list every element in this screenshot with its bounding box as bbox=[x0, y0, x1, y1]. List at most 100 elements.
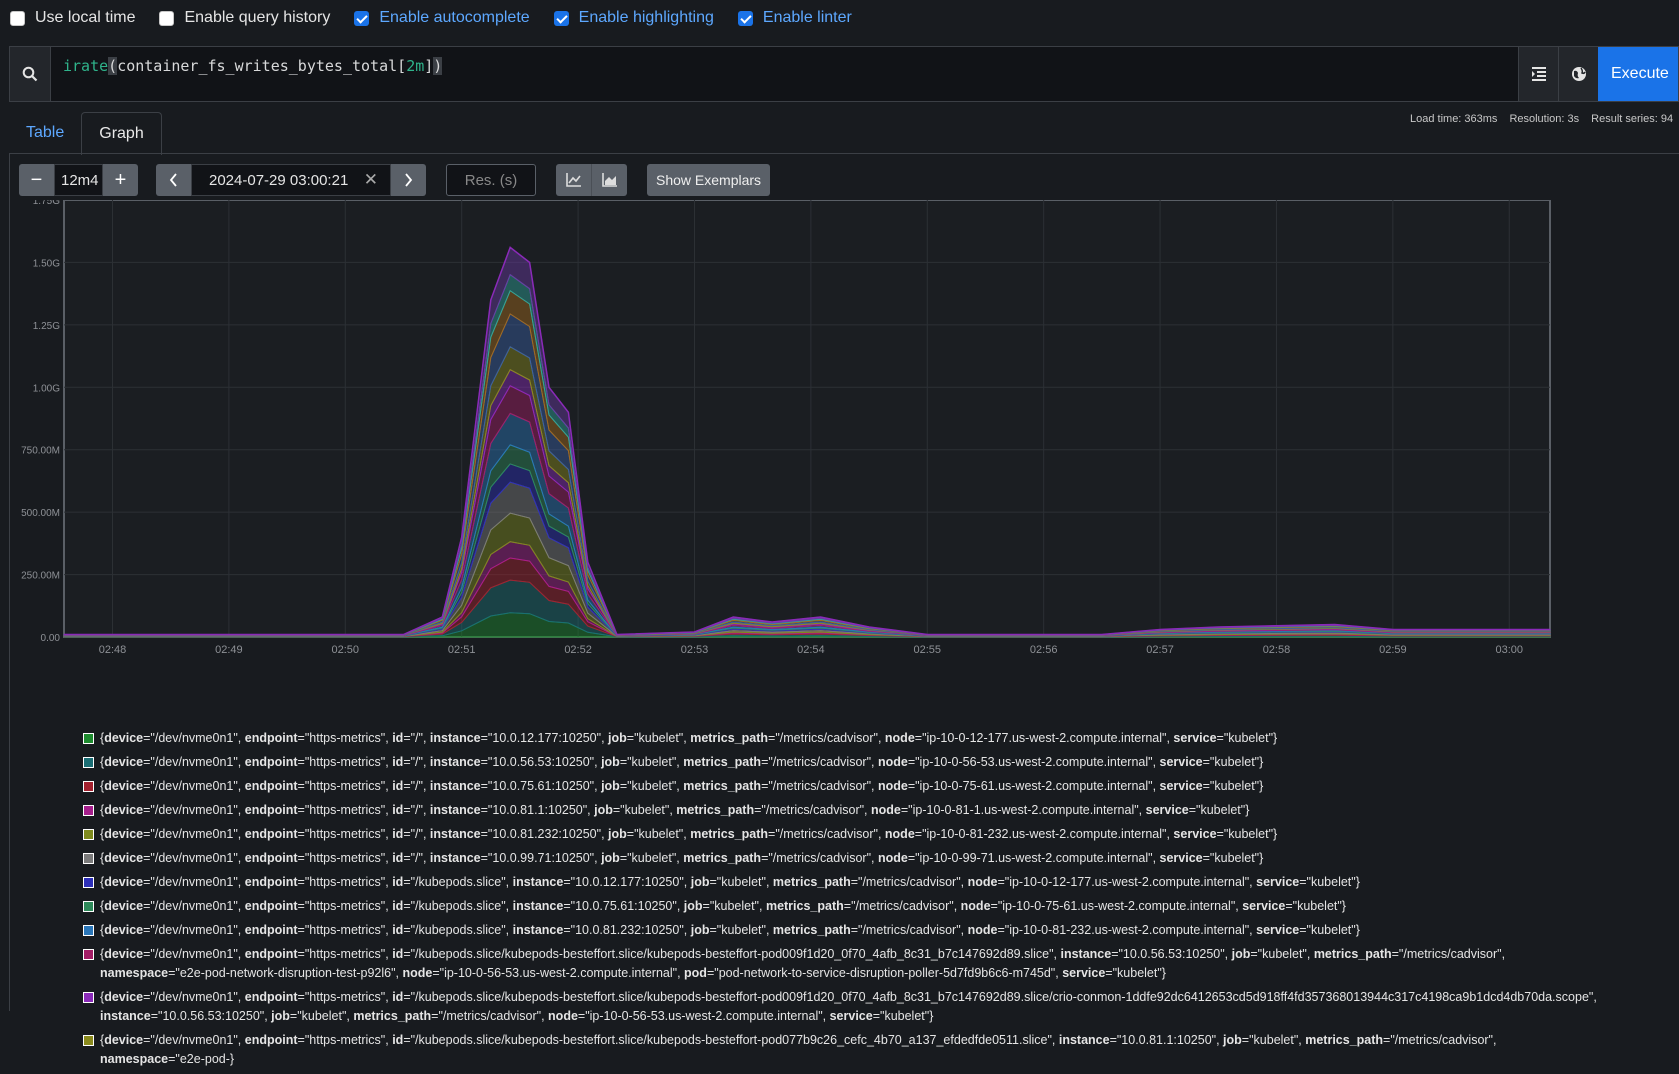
legend-swatch bbox=[83, 781, 94, 792]
option-enable-highlighting[interactable]: Enable highlighting bbox=[553, 9, 714, 27]
legend-label: {device="/dev/nvme0n1", endpoint="https-… bbox=[100, 803, 1250, 817]
metrics-explorer-button[interactable] bbox=[1558, 47, 1598, 101]
legend-label: {device="/dev/nvme0n1", endpoint="https-… bbox=[100, 899, 1346, 913]
legend-item[interactable]: {device="/dev/nvme0n1", endpoint="https-… bbox=[83, 1031, 1603, 1069]
legend-item[interactable]: {device="/dev/nvme0n1", endpoint="https-… bbox=[83, 753, 1603, 772]
legend-swatch bbox=[83, 805, 94, 816]
clear-icon[interactable]: ✕ bbox=[364, 170, 378, 190]
query-metric: container_fs_writes_bytes_total bbox=[117, 57, 398, 75]
expression-input[interactable]: irate(container_fs_writes_bytes_total[2m… bbox=[51, 47, 1518, 101]
option-enable-autocomplete[interactable]: Enable autocomplete bbox=[354, 9, 530, 27]
decrease-range-button[interactable]: − bbox=[19, 164, 54, 196]
query-range: 2m bbox=[406, 57, 425, 75]
legend-swatch bbox=[83, 829, 94, 840]
option-label: Enable highlighting bbox=[578, 9, 714, 26]
unstacked-button[interactable] bbox=[556, 164, 592, 196]
y-tick-label: 1.50G bbox=[33, 258, 60, 269]
query-stats: Load time: 363ms Resolution: 3s Result ser… bbox=[1410, 113, 1679, 125]
search-icon bbox=[10, 47, 51, 101]
next-time-button[interactable] bbox=[391, 164, 426, 196]
x-tick-label: 02:57 bbox=[1146, 644, 1174, 656]
previous-time-button[interactable] bbox=[156, 164, 191, 196]
minus-icon: − bbox=[30, 168, 43, 191]
y-tick-label: 750.00M bbox=[21, 446, 60, 457]
legend-label: {device="/dev/nvme0n1", endpoint="https-… bbox=[100, 875, 1360, 889]
legend-label: {device="/dev/nvme0n1", endpoint="https-… bbox=[100, 731, 1278, 745]
legend-item[interactable]: {device="/dev/nvme0n1", endpoint="https-… bbox=[83, 988, 1603, 1026]
range-input[interactable]: 12m4 bbox=[54, 164, 103, 196]
legend-label: {device="/dev/nvme0n1", endpoint="https-… bbox=[100, 947, 1506, 980]
plus-icon: + bbox=[114, 168, 127, 191]
line-chart-icon bbox=[565, 173, 581, 187]
legend-swatch bbox=[83, 733, 94, 744]
option-use-local-time[interactable]: Use local time bbox=[10, 9, 135, 27]
legend-label: {device="/dev/nvme0n1", endpoint="https-… bbox=[100, 1033, 1497, 1066]
x-tick-label: 03:00 bbox=[1495, 644, 1523, 656]
legend-swatch bbox=[83, 757, 94, 768]
stacked-area-chart[interactable]: 0.00 250.00M 500.00M 750.00M 1.00G 1.25G 1.50G… bbox=[0, 200, 1679, 700]
legend-swatch bbox=[83, 877, 94, 888]
x-tick-label: 02:49 bbox=[215, 644, 243, 656]
x-tick-label: 02:51 bbox=[448, 644, 476, 656]
option-label: Use local time bbox=[35, 9, 136, 26]
y-tick-label: 250.00M bbox=[21, 571, 60, 582]
x-tick-label: 02:52 bbox=[564, 644, 592, 656]
legend-label: {device="/dev/nvme0n1", endpoint="https-… bbox=[100, 755, 1264, 769]
checkbox[interactable] bbox=[10, 10, 25, 26]
resolution-input[interactable]: Res. (s) bbox=[446, 164, 536, 196]
legend-item[interactable]: {device="/dev/nvme0n1", endpoint="https-… bbox=[83, 945, 1603, 983]
execute-button[interactable]: Execute bbox=[1598, 47, 1678, 101]
load-time: Load time: 363ms bbox=[1410, 113, 1498, 125]
format-expression-button[interactable] bbox=[1518, 47, 1558, 101]
show-exemplars-button[interactable]: Show Exemplars bbox=[647, 164, 771, 196]
legend-swatch bbox=[83, 925, 94, 936]
x-tick-label: 02:50 bbox=[332, 644, 360, 656]
plot-frame bbox=[63, 200, 1551, 638]
increase-range-button[interactable]: + bbox=[103, 164, 138, 196]
legend-swatch bbox=[83, 992, 94, 1003]
legend-label: {device="/dev/nvme0n1", endpoint="https-… bbox=[100, 779, 1264, 793]
area-chart-icon bbox=[601, 173, 617, 187]
legend-label: {device="/dev/nvme0n1", endpoint="https-… bbox=[100, 851, 1264, 865]
stacked-button[interactable] bbox=[592, 164, 627, 196]
legend-item[interactable]: {device="/dev/nvme0n1", endpoint="https-… bbox=[83, 897, 1603, 916]
x-tick-label: 02:58 bbox=[1263, 644, 1291, 656]
y-tick-label: 1.25G bbox=[33, 321, 60, 332]
checkbox[interactable] bbox=[354, 10, 370, 26]
tab-table[interactable]: Table bbox=[9, 112, 81, 154]
x-tick-label: 02:55 bbox=[914, 644, 942, 656]
end-time-group: 2024-07-29 03:00:21 ✕ bbox=[156, 164, 426, 196]
legend-swatch bbox=[83, 901, 94, 912]
expression-input-group: irate(container_fs_writes_bytes_total[2m… bbox=[9, 46, 1679, 102]
legend-item[interactable]: {device="/dev/nvme0n1", endpoint="https-… bbox=[83, 921, 1603, 940]
legend-swatch bbox=[83, 853, 94, 864]
x-tick-label: 02:53 bbox=[681, 644, 709, 656]
legend-item[interactable]: {device="/dev/nvme0n1", endpoint="https-… bbox=[83, 801, 1603, 820]
y-tick-label: 1.00G bbox=[33, 383, 60, 394]
legend-item[interactable]: {device="/dev/nvme0n1", endpoint="https-… bbox=[83, 849, 1603, 868]
graph-controls: − 12m4 + 2024-07-29 03:00:21 ✕ Res. (s) S… bbox=[19, 164, 771, 196]
legend-label: {device="/dev/nvme0n1", endpoint="https-… bbox=[100, 923, 1360, 937]
y-tick-label: 0.00 bbox=[41, 633, 61, 644]
x-tick-label: 02:48 bbox=[99, 644, 127, 656]
option-enable-query-history[interactable]: Enable query history bbox=[159, 9, 330, 27]
legend-item[interactable]: {device="/dev/nvme0n1", endpoint="https-… bbox=[83, 729, 1603, 748]
globe-icon bbox=[1571, 67, 1586, 81]
end-time-input[interactable]: 2024-07-29 03:00:21 ✕ bbox=[191, 164, 391, 196]
tab-graph[interactable]: Graph bbox=[81, 112, 162, 155]
checkbox[interactable] bbox=[737, 10, 753, 26]
query-options-bar: Use local time Enable query history Enable… bbox=[0, 0, 1679, 36]
legend-item[interactable]: {device="/dev/nvme0n1", endpoint="https-… bbox=[83, 777, 1603, 796]
y-tick-label: 500.00M bbox=[21, 508, 60, 519]
legend-item[interactable]: {device="/dev/nvme0n1", endpoint="https-… bbox=[83, 873, 1603, 892]
legend-label: {device="/dev/nvme0n1", endpoint="https-… bbox=[100, 990, 1597, 1023]
checkbox[interactable] bbox=[553, 10, 569, 26]
y-tick-label: 1.75G bbox=[33, 200, 60, 207]
x-tick-label: 02:59 bbox=[1379, 644, 1407, 656]
x-tick-label: 02:54 bbox=[797, 644, 825, 656]
legend-item[interactable]: {device="/dev/nvme0n1", endpoint="https-… bbox=[83, 825, 1603, 844]
checkbox[interactable] bbox=[159, 10, 175, 26]
legend-swatch bbox=[83, 1035, 94, 1046]
option-enable-linter[interactable]: Enable linter bbox=[737, 9, 852, 27]
query-function: irate bbox=[63, 57, 109, 75]
